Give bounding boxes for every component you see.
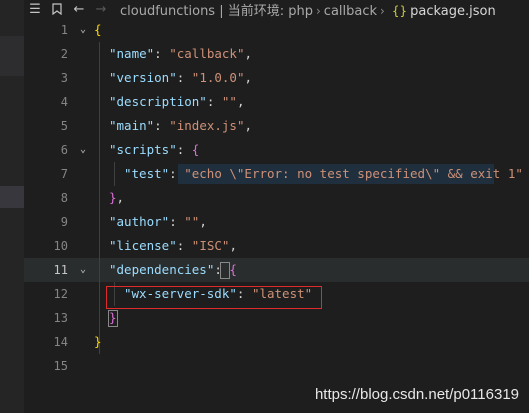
chevron-down-icon[interactable]: ⌄	[76, 18, 90, 42]
code-line: 14 }	[24, 330, 529, 354]
code-line: 7 "test": "echo \"Error: no test specifi…	[24, 162, 529, 186]
json-key: "description"	[109, 94, 207, 109]
line-number: 3	[60, 71, 68, 85]
brace: }	[109, 310, 117, 325]
line-number: 9	[60, 215, 68, 229]
activity-item-active[interactable]	[0, 186, 24, 208]
brace: }	[109, 190, 117, 205]
chevron-down-icon[interactable]: ⌄	[76, 258, 90, 282]
json-value: ""	[221, 94, 237, 109]
editor-toolbar: ☰ ← → cloudfunctions | 当前环境: php › callbac…	[24, 0, 529, 18]
json-key: "license"	[109, 238, 177, 253]
code-line: 1 ⌄ {	[24, 18, 529, 42]
brace: {	[191, 142, 200, 157]
brace: }	[94, 334, 102, 349]
breadcrumb-item[interactable]: callback	[324, 4, 377, 19]
json-key: "scripts"	[109, 142, 177, 157]
breadcrumb: cloudfunctions | 当前环境: php › callback ›{} pa…	[120, 0, 496, 19]
json-value: "1.0.0"	[191, 70, 245, 85]
bookmark-icon[interactable]	[46, 0, 68, 18]
json-value: "index.js"	[169, 118, 245, 133]
code-line: 15	[24, 354, 529, 378]
brace: {	[229, 262, 237, 277]
chevron-right-icon: ›	[315, 3, 321, 18]
code-line: 3 "version": "1.0.0",	[24, 66, 529, 90]
line-number: 2	[60, 47, 68, 61]
code-line: 10 "license": "ISC",	[24, 234, 529, 258]
breadcrumb-item-current[interactable]: package.json	[410, 4, 496, 19]
list-icon[interactable]: ☰	[24, 0, 46, 18]
code-line: 2 "name": "callback",	[24, 42, 529, 66]
code-editor[interactable]: 1 ⌄ { 2 "name": "callback", 3 "version":…	[24, 18, 529, 413]
line-number: 11	[53, 263, 68, 277]
json-key: "version"	[109, 70, 177, 85]
json-value: "echo \"Error: no test specified\" && ex…	[184, 166, 523, 181]
brace: {	[94, 22, 102, 37]
highlight-annotation-box	[106, 286, 322, 309]
code-line: 6 ⌄ "scripts": {	[24, 138, 529, 162]
code-line: 5 "main": "index.js",	[24, 114, 529, 138]
arrow-left-icon[interactable]: ←	[68, 0, 90, 18]
code-line: 11 ⌄ "dependencies": {	[24, 258, 529, 282]
json-key: "name"	[109, 46, 155, 61]
line-number: 1	[60, 23, 68, 37]
code-line: 13 }	[24, 306, 529, 330]
code-line: 8 },	[24, 186, 529, 210]
json-file-icon: {}	[391, 3, 408, 18]
chevron-right-icon: ›	[380, 3, 385, 18]
line-number: 13	[53, 311, 68, 325]
json-key: "test"	[124, 166, 170, 181]
line-number: 5	[60, 119, 68, 133]
line-number: 10	[53, 239, 68, 253]
watermark: https://blog.csdn.net/p0116319	[314, 386, 519, 403]
json-value: ""	[184, 214, 200, 229]
code-line: 4 "description": "",	[24, 90, 529, 114]
activity-item[interactable]	[0, 36, 24, 76]
chevron-down-icon[interactable]: ⌄	[76, 138, 90, 162]
line-number: 8	[60, 191, 68, 205]
line-number: 4	[60, 95, 68, 109]
line-number: 12	[53, 287, 68, 301]
line-number: 14	[53, 335, 68, 349]
line-number: 15	[53, 359, 68, 373]
breadcrumb-item[interactable]: cloudfunctions | 当前环境: php	[120, 4, 313, 19]
json-value: "callback"	[169, 46, 245, 61]
json-key: "author"	[109, 214, 170, 229]
line-number: 6	[60, 143, 68, 157]
arrow-right-icon[interactable]: →	[90, 0, 112, 18]
code-line: 9 "author": "",	[24, 210, 529, 234]
json-key: "main"	[109, 118, 155, 133]
json-key: "dependencies"	[109, 262, 215, 277]
line-number: 7	[60, 167, 68, 181]
activity-bar	[0, 0, 24, 413]
json-value: "ISC"	[191, 238, 230, 253]
